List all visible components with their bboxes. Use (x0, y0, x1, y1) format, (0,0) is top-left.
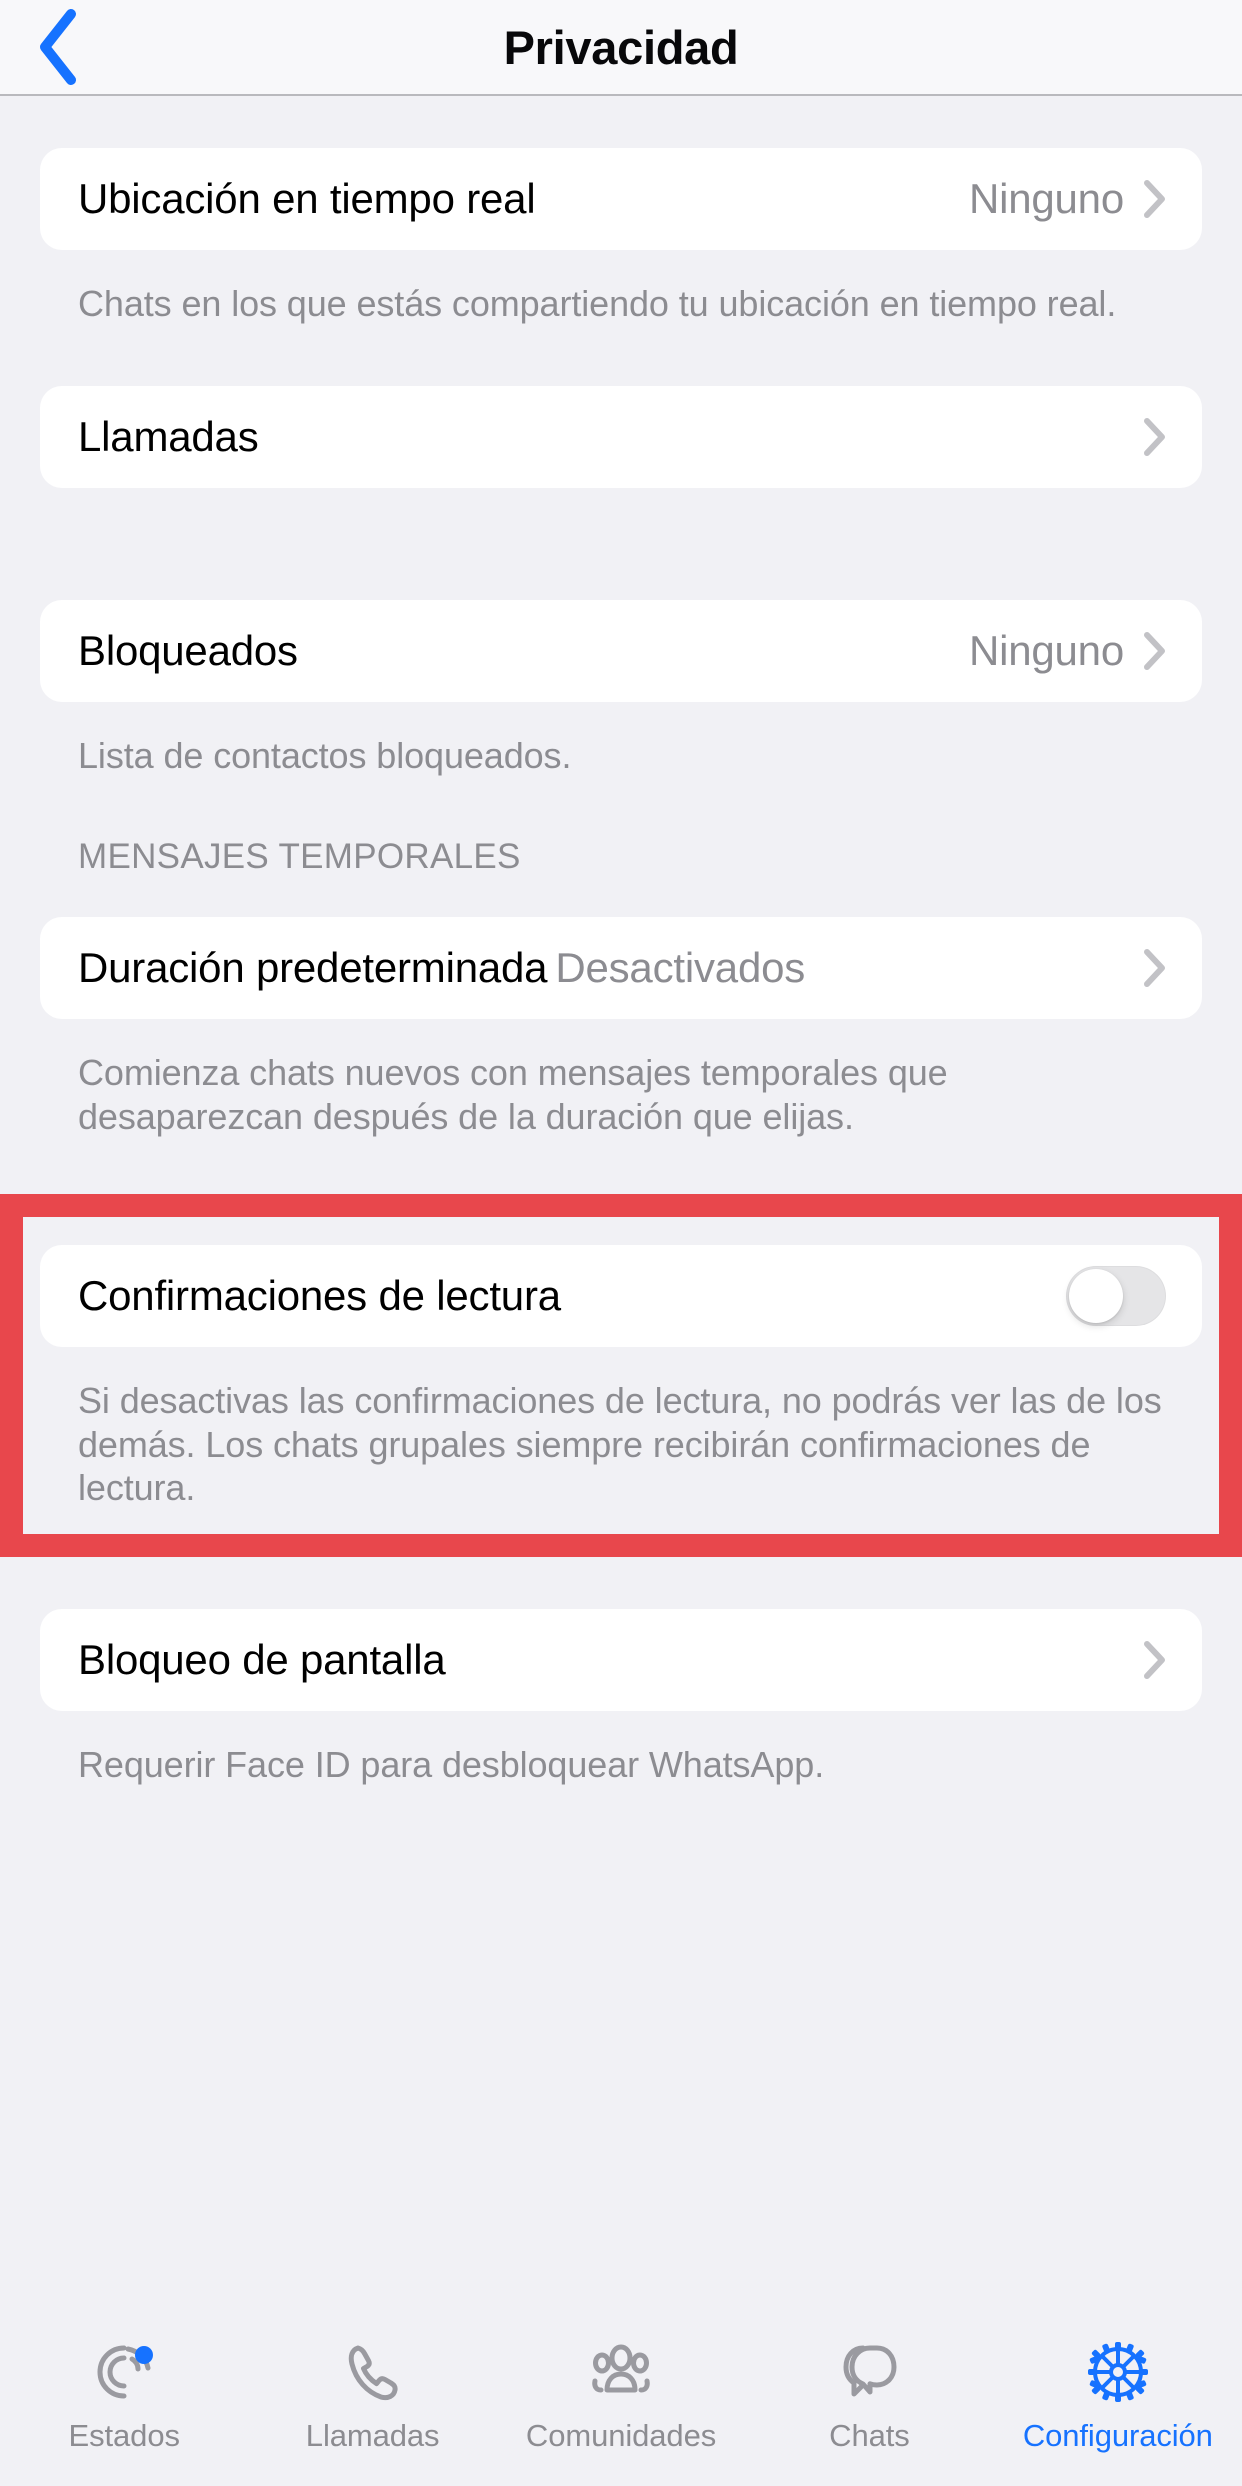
row-label: Bloqueados (78, 626, 298, 674)
description-blocked: Lista de contactos bloqueados. (78, 734, 572, 776)
tab-label: Estados (68, 2418, 180, 2453)
description-read-receipts: Si desactivas las confirmaciones de lect… (78, 1380, 1162, 1509)
status-badge-dot (135, 2346, 154, 2364)
row-read-receipts[interactable]: Confirmaciones de lectura (40, 1245, 1202, 1348)
tab-llamadas[interactable]: Llamadas (248, 2336, 496, 2454)
row-blocked[interactable]: Bloqueados Ninguno (40, 599, 1202, 702)
row-value: Ninguno (968, 175, 1124, 222)
tab-bar: Estados Llamadas Comunidades Chats Confi… (0, 2310, 1242, 2486)
chevron-left-icon (40, 9, 76, 85)
description-live-location: Chats en los que estás compartiendo tu u… (78, 283, 1117, 324)
status-rings-icon (88, 2336, 160, 2408)
highlight-content: Confirmaciones de lectura Si desactivas … (0, 1217, 1242, 1534)
settings-list: Ubicación en tiempo real Ninguno Chats e… (0, 96, 1242, 1786)
toggle-knob (1069, 1269, 1123, 1324)
read-receipts-toggle[interactable] (1066, 1266, 1166, 1327)
description-default-duration: Comienza chats nuevos con mensajes tempo… (78, 1052, 948, 1137)
row-live-location[interactable]: Ubicación en tiempo real Ninguno (40, 148, 1202, 250)
highlight-annotation-box: Confirmaciones de lectura Si desactivas … (0, 1194, 1242, 1557)
tab-configuracion[interactable]: Configuración (994, 2336, 1242, 2454)
row-label: Duración predeterminada (78, 944, 548, 992)
tab-comunidades[interactable]: Comunidades (497, 2336, 745, 2454)
row-label: Ubicación en tiempo real (78, 175, 536, 222)
chevron-right-icon (1144, 1640, 1166, 1679)
tab-label: Configuración (1022, 2418, 1213, 2453)
privacy-settings-screen: Privacidad Ubicación en tiempo real Ning… (0, 0, 1242, 2486)
tab-label: Comunidades (525, 2418, 717, 2453)
row-label: Bloqueo de pantalla (78, 1635, 446, 1683)
tab-estados[interactable]: Estados (0, 2336, 248, 2454)
row-label: Llamadas (78, 412, 259, 460)
tab-label: Llamadas (305, 2418, 440, 2453)
chevron-right-icon (1144, 631, 1166, 670)
chevron-right-icon (1144, 417, 1166, 456)
row-label: Confirmaciones de lectura (78, 1272, 561, 1320)
chat-bubbles-icon (833, 2336, 905, 2408)
row-screen-lock[interactable]: Bloqueo de pantalla (40, 1608, 1202, 1711)
chevron-right-icon (1144, 180, 1166, 218)
section-header-disappearing-messages: MENSAJES TEMPORALES (78, 837, 521, 877)
description-screen-lock: Requerir Face ID para desbloquear WhatsA… (78, 1743, 825, 1785)
row-value: Ninguno (968, 626, 1124, 674)
back-button[interactable] (26, 7, 90, 87)
page-title: Privacidad (503, 20, 739, 74)
tab-label: Chats (829, 2418, 910, 2453)
tab-chats[interactable]: Chats (745, 2336, 993, 2454)
row-calls[interactable]: Llamadas (40, 385, 1202, 488)
people-group-icon (585, 2336, 657, 2408)
chevron-right-icon (1144, 949, 1166, 988)
row-value: Desactivados (555, 944, 806, 992)
navigation-bar: Privacidad (0, 0, 1242, 96)
phone-icon (337, 2336, 409, 2408)
row-default-duration[interactable]: Duración predeterminada Desactivados (40, 917, 1202, 1020)
gear-icon (1082, 2336, 1154, 2408)
